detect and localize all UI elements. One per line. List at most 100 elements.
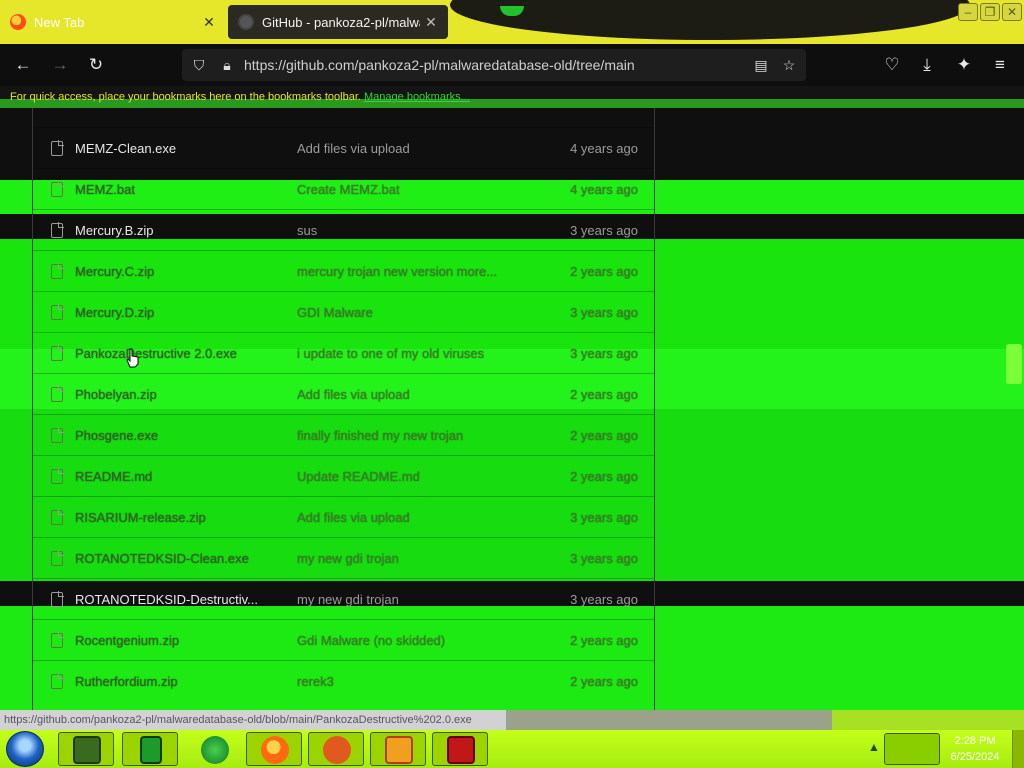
taskbar-app-6[interactable] bbox=[370, 732, 426, 766]
table-row[interactable]: Mercury.C.zip mercury trojan new version… bbox=[33, 250, 654, 291]
firefox-icon bbox=[261, 736, 289, 764]
file-name[interactable]: MEMZ.bat bbox=[75, 182, 135, 197]
tab-new-tab[interactable]: New Tab ✕ bbox=[0, 5, 226, 39]
file-icon bbox=[51, 386, 64, 402]
show-desktop-button[interactable] bbox=[1012, 730, 1024, 768]
clock[interactable]: 2:28 PM 6/25/2024 bbox=[940, 733, 1010, 765]
close-window-button[interactable]: ✕ bbox=[1002, 3, 1022, 21]
commit-message[interactable]: Add files via upload bbox=[297, 141, 527, 156]
file-name[interactable]: README.md bbox=[75, 469, 152, 484]
file-name[interactable]: PankozaDestructive 2.0.exe bbox=[75, 346, 237, 361]
url-text[interactable]: https://github.com/pankoza2-pl/malwareda… bbox=[244, 57, 635, 73]
commit-date: 2 years ago bbox=[570, 428, 638, 443]
star-icon[interactable]: ☆ bbox=[778, 54, 800, 76]
manage-bookmarks-link[interactable]: Manage bookmarks... bbox=[364, 91, 470, 103]
commit-date: 2 years ago bbox=[570, 469, 638, 484]
file-name[interactable]: Rocentgenium.zip bbox=[75, 633, 179, 648]
file-name[interactable]: ROTANOTEDKSID-Clean.exe bbox=[75, 551, 249, 566]
scrollbar-thumb[interactable] bbox=[1006, 344, 1022, 384]
lock-icon[interactable]: 🔒︎ bbox=[216, 54, 238, 76]
tab-github[interactable]: GitHub - pankoza2-pl/malware ✕ bbox=[228, 5, 448, 39]
menu-icon[interactable]: ≡ bbox=[987, 52, 1013, 78]
commit-date: 3 years ago bbox=[570, 551, 638, 566]
navigation-bar: ← → ↻ ⛉ 🔒︎ https://github.com/pankoza2-p… bbox=[0, 44, 1024, 86]
start-orb-icon[interactable] bbox=[6, 731, 44, 767]
taskbar-app-3[interactable] bbox=[186, 732, 242, 766]
cursor-icon bbox=[126, 348, 139, 368]
extensions-icon[interactable]: ✦ bbox=[951, 52, 977, 78]
table-row[interactable]: ROTANOTEDKSID-Destructiv... my new gdi t… bbox=[33, 578, 654, 619]
commit-message[interactable]: i update to one of my old viruses bbox=[297, 346, 527, 361]
commit-date: 3 years ago bbox=[570, 510, 638, 525]
table-row[interactable]: Mercury.B.zip sus 3 years ago bbox=[33, 209, 654, 250]
close-icon[interactable]: ✕ bbox=[198, 14, 220, 31]
commit-date: 3 years ago bbox=[570, 305, 638, 320]
table-row[interactable]: README.md Update README.md 2 years ago bbox=[33, 455, 654, 496]
file-name[interactable]: MEMZ-Clean.exe bbox=[75, 141, 176, 156]
back-icon[interactable]: ← bbox=[10, 52, 36, 78]
commit-message[interactable]: my new gdi trojan bbox=[297, 592, 527, 607]
tray-expand-icon[interactable]: ▲ bbox=[868, 740, 880, 754]
download-icon[interactable]: ⤓ bbox=[914, 52, 940, 78]
taskbar-app-1[interactable] bbox=[58, 732, 114, 766]
file-icon bbox=[51, 181, 64, 197]
file-name[interactable]: Mercury.B.zip bbox=[75, 223, 154, 238]
commit-message[interactable]: Add files via upload bbox=[297, 387, 527, 402]
clock-time: 2:28 PM bbox=[954, 735, 996, 747]
table-row[interactable]: MEMZ.bat Create MEMZ.bat 4 years ago bbox=[33, 168, 654, 209]
table-row[interactable] bbox=[33, 108, 654, 127]
file-name[interactable]: Rutherfordium.zip bbox=[75, 674, 178, 689]
commit-message[interactable]: rerek3 bbox=[297, 674, 527, 689]
file-icon bbox=[51, 468, 64, 484]
commit-message[interactable]: sus bbox=[297, 223, 527, 238]
table-row[interactable]: RISARIUM-release.zip Add files via uploa… bbox=[33, 496, 654, 537]
file-name[interactable]: Phobelyan.zip bbox=[75, 387, 157, 402]
shield-icon[interactable]: ⛉ bbox=[188, 54, 210, 76]
commit-message[interactable]: Update README.md bbox=[297, 469, 527, 484]
reload-icon[interactable]: ↻ bbox=[83, 52, 109, 78]
file-name[interactable]: ROTANOTEDKSID-Destructiv... bbox=[75, 592, 258, 607]
commit-message[interactable]: Add files via upload bbox=[297, 510, 527, 525]
table-row[interactable]: MEMZ-Clean.exe Add files via upload 4 ye… bbox=[33, 127, 654, 168]
pocket-icon[interactable]: ♡ bbox=[879, 52, 905, 78]
table-row[interactable]: Rocentgenium.zip Gdi Malware (no skidded… bbox=[33, 619, 654, 660]
commit-date: 2 years ago bbox=[570, 387, 638, 402]
taskbar-7zip[interactable] bbox=[432, 732, 488, 766]
table-row[interactable]: Phosgene.exe finally finished my new tro… bbox=[33, 414, 654, 455]
commit-date: 4 years ago bbox=[570, 182, 638, 197]
commit-message[interactable]: Create MEMZ.bat bbox=[297, 182, 527, 197]
file-name[interactable]: Mercury.C.zip bbox=[75, 264, 154, 279]
table-row[interactable]: Rutherfordium.zip rerek3 2 years ago bbox=[33, 660, 654, 701]
folder-icon bbox=[385, 736, 413, 764]
taskbar-firefox[interactable] bbox=[246, 732, 302, 766]
file-icon bbox=[51, 673, 64, 689]
commit-message[interactable]: Gdi Malware (no skidded) bbox=[297, 633, 527, 648]
commit-message[interactable]: my new gdi trojan bbox=[297, 551, 527, 566]
maximize-button[interactable]: ❐ bbox=[980, 3, 1000, 21]
app-icon bbox=[323, 736, 351, 764]
status-bar-fill bbox=[506, 710, 832, 730]
table-row[interactable]: ROTANOTEDKSID-Clean.exe my new gdi troja… bbox=[33, 537, 654, 578]
taskbar-app-5[interactable] bbox=[308, 732, 364, 766]
clock-date: 6/25/2024 bbox=[950, 751, 1000, 763]
close-icon[interactable]: ✕ bbox=[420, 14, 442, 31]
file-name[interactable]: Mercury.D.zip bbox=[75, 305, 154, 320]
file-icon bbox=[51, 222, 64, 238]
commit-message[interactable]: mercury trojan new version more... bbox=[297, 264, 527, 279]
table-row[interactable]: Mercury.D.zip GDI Malware 3 years ago bbox=[33, 291, 654, 332]
forward-icon[interactable]: → bbox=[47, 52, 73, 78]
commit-message[interactable]: finally finished my new trojan bbox=[297, 428, 527, 443]
commit-message[interactable]: GDI Malware bbox=[297, 305, 527, 320]
url-bar[interactable]: ⛉ 🔒︎ https://github.com/pankoza2-pl/malw… bbox=[182, 49, 806, 81]
commit-date: 2 years ago bbox=[570, 264, 638, 279]
app-icon bbox=[73, 736, 101, 764]
table-row[interactable]: Phobelyan.zip Add files via upload 2 yea… bbox=[33, 373, 654, 414]
minimize-button[interactable]: – bbox=[958, 3, 978, 21]
file-name[interactable]: RISARIUM-release.zip bbox=[75, 510, 206, 525]
tab-strip: New Tab ✕ GitHub - pankoza2-pl/malware ✕… bbox=[0, 0, 1024, 44]
reader-icon[interactable]: ▤ bbox=[750, 54, 772, 76]
file-name[interactable]: Phosgene.exe bbox=[75, 428, 158, 443]
file-icon bbox=[51, 304, 64, 320]
tray-app-icon[interactable] bbox=[884, 733, 940, 765]
taskbar-app-2[interactable] bbox=[122, 732, 178, 766]
